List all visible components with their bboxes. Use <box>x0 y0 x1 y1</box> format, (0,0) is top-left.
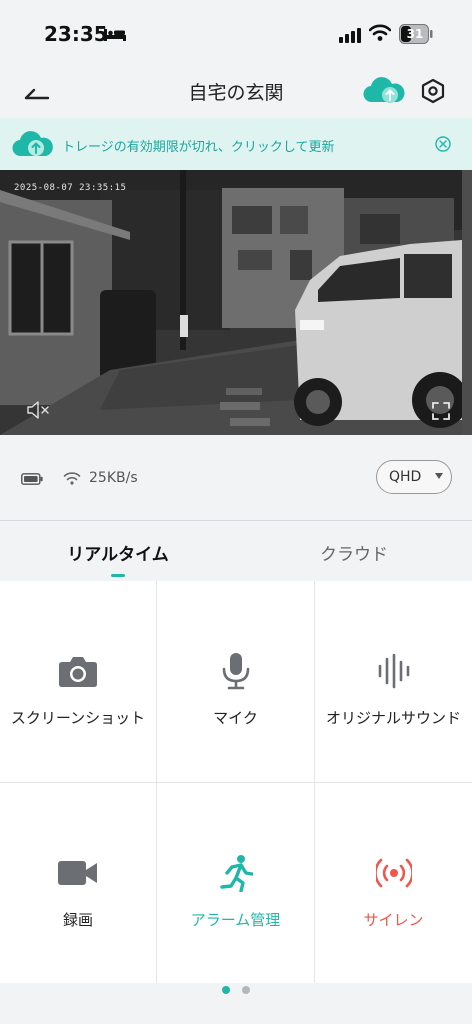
page-indicator <box>0 983 472 1024</box>
status-time: 23:35 <box>44 22 108 46</box>
fullscreen-icon <box>432 402 450 420</box>
page-dot-active[interactable] <box>222 986 230 994</box>
cloud-upload-icon <box>12 131 53 157</box>
settings-button[interactable] <box>420 78 446 108</box>
camera-icon <box>59 657 97 687</box>
control-label: アラーム管理 <box>190 911 281 929</box>
record-button[interactable]: 録画 <box>0 783 156 983</box>
running-person-icon <box>219 855 253 892</box>
microphone-icon <box>222 653 249 690</box>
siren-button[interactable]: サイレン <box>315 783 472 983</box>
grid-divider <box>0 782 472 783</box>
control-label: 録画 <box>62 911 93 929</box>
tab-realtime[interactable]: リアルタイム <box>0 521 236 581</box>
speaker-muted-icon <box>27 401 49 419</box>
tab-cloud[interactable]: クラウド <box>236 521 472 581</box>
stream-info-row: 25KB/s QHD <box>0 436 472 520</box>
microphone-button[interactable]: マイク <box>157 581 314 781</box>
camera-battery-icon <box>21 473 43 485</box>
tab-label: クラウド <box>320 545 388 565</box>
control-grid: スクリーンショット マイク オリジナルサウンド 録画 アラーム管理 サイレン <box>0 581 472 983</box>
tab-label: リアルタイム <box>67 545 169 565</box>
phone-battery-percent: 31 <box>406 27 424 41</box>
status-bar: 23:35 31 <box>0 0 472 66</box>
screenshot-button[interactable]: スクリーンショット <box>0 581 156 781</box>
storage-expired-banner[interactable]: トレージの有効期限が切れ、クリックして更新 <box>0 118 472 170</box>
quality-value: QHD <box>389 469 422 485</box>
video-timestamp: 2025-08-07 23:35:15 <box>14 183 127 193</box>
page-dot[interactable] <box>242 986 250 994</box>
wifi-status-icon <box>369 24 391 41</box>
control-label: サイレン <box>363 911 424 929</box>
dropdown-arrow-icon <box>435 473 443 479</box>
fullscreen-button[interactable] <box>431 401 451 425</box>
active-tab-indicator <box>111 574 125 577</box>
nav-bar: 自宅の玄関 <box>0 66 472 116</box>
cellular-signal-icon <box>339 28 361 43</box>
cloud-upload-icon <box>363 77 405 103</box>
live-video-feed[interactable]: 2025-08-07 23:35:15 <box>0 170 472 435</box>
video-camera-icon <box>58 861 97 885</box>
view-tabs: リアルタイム クラウド <box>0 521 472 581</box>
siren-icon <box>375 858 412 888</box>
original-sound-button[interactable]: オリジナルサウンド <box>315 581 472 781</box>
close-icon[interactable] <box>434 135 452 153</box>
settings-hexagon-icon <box>421 78 445 104</box>
control-label: マイク <box>213 709 258 727</box>
control-label: オリジナルサウンド <box>325 709 461 727</box>
video-quality-select[interactable]: QHD <box>376 460 452 494</box>
wifi-signal-icon <box>63 472 81 485</box>
sound-wave-icon <box>378 653 409 689</box>
banner-message: トレージの有効期限が切れ、クリックして更新 <box>62 140 335 155</box>
alarm-management-button[interactable]: アラーム管理 <box>157 783 314 983</box>
cloud-storage-button[interactable] <box>362 76 406 110</box>
stream-speed: 25KB/s <box>89 470 138 486</box>
mute-toggle-button[interactable] <box>26 400 52 424</box>
control-label: スクリーンショット <box>10 709 146 727</box>
night-camera-scene <box>0 170 472 435</box>
sleep-bed-icon <box>104 29 126 41</box>
